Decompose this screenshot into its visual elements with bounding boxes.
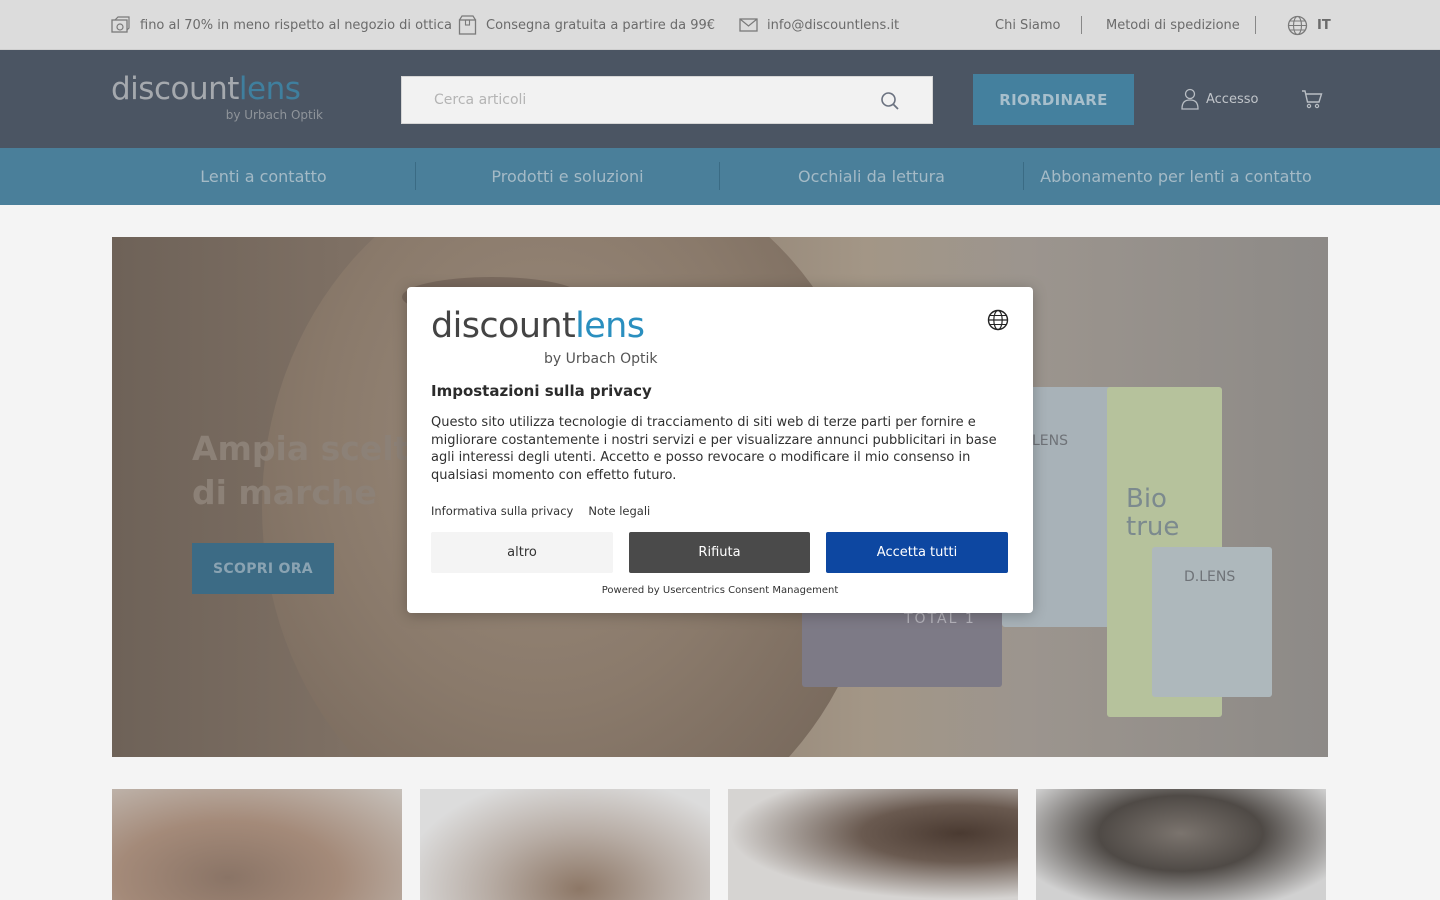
- privacy-policy-link[interactable]: Informativa sulla privacy: [431, 504, 573, 518]
- reorder-button[interactable]: RIORDINARE: [973, 74, 1134, 125]
- mail-icon: [739, 18, 758, 32]
- search-icon[interactable]: [880, 91, 900, 111]
- login-link[interactable]: Accesso: [1181, 88, 1258, 110]
- user-icon: [1181, 88, 1199, 110]
- more-options-button[interactable]: altro: [431, 532, 613, 573]
- shipping-methods-label[interactable]: Metodi di spedizione: [1106, 18, 1240, 33]
- product-label-lens: LENS: [1032, 433, 1069, 449]
- site-header: discountlens by Urbach Optik RIORDINARE …: [0, 50, 1440, 148]
- globe-icon: [1287, 15, 1308, 35]
- powered-by-text[interactable]: Powered by Usercentrics Consent Manageme…: [407, 585, 1033, 596]
- product-label-total1: TOTAL 1: [904, 611, 976, 627]
- language-selector[interactable]: IT: [1287, 0, 1331, 50]
- hero-cta-button[interactable]: SCOPRI ORA: [192, 543, 334, 594]
- consent-logo-main: discount: [431, 306, 576, 346]
- consent-description: Questo sito utilizza tecnologie di tracc…: [431, 415, 997, 483]
- consent-links: Informativa sulla privacy Note legali: [431, 504, 650, 518]
- lens-box-icon: [111, 16, 130, 33]
- promo-text: fino al 70% in meno rispetto al negozio …: [140, 17, 453, 33]
- email-info[interactable]: info@discountlens.it: [739, 0, 899, 50]
- about-link[interactable]: Chi Siamo: [995, 0, 1061, 50]
- category-tile-1[interactable]: [112, 789, 402, 900]
- category-tile-4[interactable]: [1036, 789, 1326, 900]
- accept-all-button[interactable]: Accetta tutti: [826, 532, 1008, 573]
- consent-logo-accent: lens: [575, 306, 645, 346]
- consent-title: Impostazioni sulla privacy: [431, 382, 652, 400]
- product-label-biotrue: Bio true: [1126, 484, 1180, 542]
- email-link[interactable]: info@discountlens.it: [767, 18, 899, 33]
- top-info-bar: fino al 70% in meno rispetto al negozio …: [0, 0, 1440, 50]
- category-tile-3[interactable]: [728, 789, 1018, 900]
- legal-notes-link[interactable]: Note legali: [588, 504, 650, 518]
- cart-icon: [1302, 90, 1323, 109]
- package-icon: [458, 15, 477, 35]
- logo-accent-text: lens: [238, 71, 301, 107]
- shipping-info: Consegna gratuita a partire da 99€: [458, 0, 715, 50]
- site-logo[interactable]: discountlens by Urbach Optik: [111, 74, 323, 124]
- nav-tab-subscription[interactable]: Abbonamento per lenti a contatto: [1024, 148, 1328, 205]
- consent-logo: discountlens by Urbach Optik: [431, 306, 658, 368]
- deny-button[interactable]: Rifiuta: [629, 532, 810, 573]
- shipping-methods-link[interactable]: Metodi di spedizione: [1106, 0, 1240, 50]
- divider: [1255, 16, 1256, 34]
- divider: [1081, 16, 1082, 34]
- consent-logo-subtitle: by Urbach Optik: [544, 351, 658, 367]
- nav-tab-contact-lenses[interactable]: Lenti a contatto: [112, 148, 415, 205]
- language-globe-icon[interactable]: [987, 309, 1009, 331]
- category-tile-2[interactable]: [420, 789, 710, 900]
- nav-tab-reading-glasses[interactable]: Occhiali da lettura: [720, 148, 1023, 205]
- promo-info: fino al 70% in meno rispetto al negozio …: [111, 0, 452, 50]
- login-label[interactable]: Accesso: [1206, 92, 1258, 107]
- shipping-text: Consegna gratuita a partire da 99€: [486, 17, 716, 33]
- logo-main-text: discount: [111, 71, 239, 107]
- cart-button[interactable]: [1301, 89, 1323, 113]
- about-label[interactable]: Chi Siamo: [995, 18, 1061, 33]
- product-label-dlens: D.LENS: [1184, 569, 1236, 585]
- search-input[interactable]: [402, 77, 872, 123]
- privacy-consent-dialog: discountlens by Urbach Optik Impostazion…: [407, 287, 1033, 613]
- search-box[interactable]: [401, 76, 933, 124]
- nav-tab-products[interactable]: Prodotti e soluzioni: [416, 148, 719, 205]
- logo-subtitle: by Urbach Optik: [225, 108, 323, 122]
- main-navigation: Lenti a contatto Prodotti e soluzioni Oc…: [0, 148, 1440, 205]
- language-label[interactable]: IT: [1317, 18, 1331, 33]
